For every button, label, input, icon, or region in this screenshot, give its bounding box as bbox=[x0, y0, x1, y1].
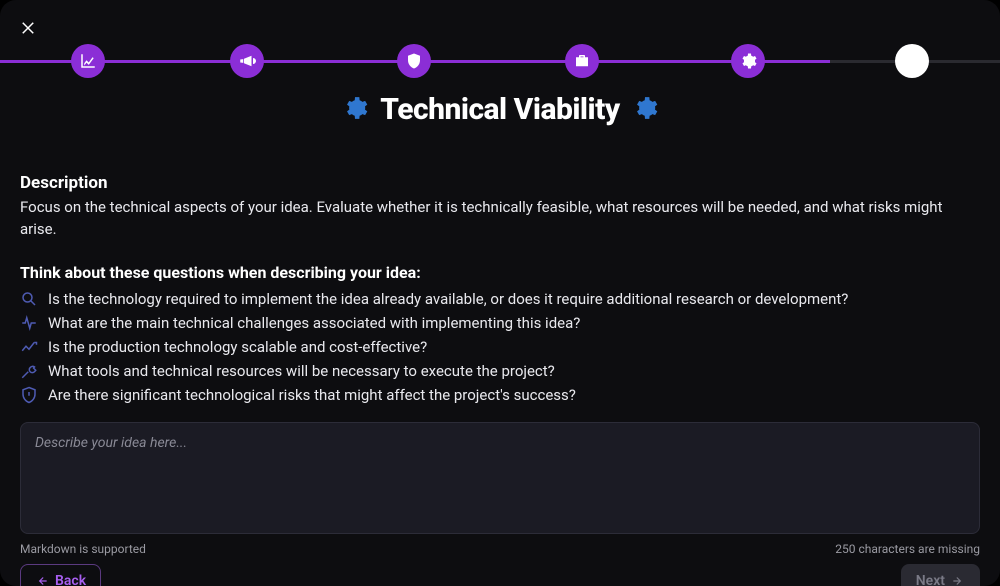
page-title-row: Technical Viability bbox=[0, 92, 1000, 127]
question-text: Is the technology required to implement … bbox=[48, 290, 848, 308]
stepper-node[interactable] bbox=[230, 44, 264, 78]
chart-line-icon bbox=[79, 52, 97, 70]
question-text: What are the main technical challenges a… bbox=[48, 314, 580, 332]
back-button[interactable]: Back bbox=[20, 564, 101, 586]
idea-input-wrapper bbox=[20, 422, 980, 538]
progress-stepper bbox=[0, 44, 1000, 78]
app-window: Technical Viability Description Focus on… bbox=[0, 0, 1000, 586]
question-item: Is the technology required to implement … bbox=[20, 290, 980, 308]
char-remaining: 250 characters are missing bbox=[835, 542, 980, 556]
questions-heading: Think about these questions when describ… bbox=[20, 263, 980, 282]
magnifier-icon bbox=[20, 290, 38, 308]
question-item: Are there significant technological risk… bbox=[20, 386, 980, 404]
description-text: Focus on the technical aspects of your i… bbox=[20, 197, 980, 241]
arrow-right-icon bbox=[951, 574, 965, 586]
question-item: What tools and technical resources will … bbox=[20, 362, 980, 380]
markdown-note: Markdown is supported bbox=[20, 542, 146, 556]
question-item: Is the production technology scalable an… bbox=[20, 338, 980, 356]
stepper-node[interactable] bbox=[895, 44, 929, 78]
description-heading: Description bbox=[20, 173, 980, 193]
trend-icon bbox=[20, 338, 38, 356]
arrow-left-icon bbox=[35, 574, 49, 586]
page-title: Technical Viability bbox=[380, 92, 619, 127]
lightbulb-icon bbox=[903, 52, 921, 70]
stepper-node[interactable] bbox=[71, 44, 105, 78]
close-icon bbox=[19, 19, 37, 37]
stepper-node[interactable] bbox=[565, 44, 599, 78]
questions-list: Is the technology required to implement … bbox=[20, 290, 980, 404]
shield-alert-icon bbox=[20, 386, 38, 404]
next-label: Next bbox=[916, 573, 945, 586]
gear-icon bbox=[632, 95, 658, 125]
question-text: Is the production technology scalable an… bbox=[48, 338, 427, 356]
megaphone-icon bbox=[238, 52, 256, 70]
gear-icon bbox=[739, 52, 757, 70]
wrench-icon bbox=[20, 362, 38, 380]
back-label: Back bbox=[55, 573, 86, 586]
button-row: Back Next bbox=[0, 556, 1000, 586]
stepper-node[interactable] bbox=[731, 44, 765, 78]
question-item: What are the main technical challenges a… bbox=[20, 314, 980, 332]
close-button[interactable] bbox=[14, 14, 42, 42]
pulse-icon bbox=[20, 314, 38, 332]
shield-icon bbox=[405, 52, 423, 70]
idea-input[interactable] bbox=[20, 422, 980, 534]
content-area: Description Focus on the technical aspec… bbox=[0, 127, 1000, 404]
input-meta-row: Markdown is supported 250 characters are… bbox=[0, 538, 1000, 556]
stepper-node[interactable] bbox=[397, 44, 431, 78]
briefcase-icon bbox=[573, 52, 591, 70]
next-button[interactable]: Next bbox=[901, 564, 980, 586]
gear-icon bbox=[342, 95, 368, 125]
question-text: What tools and technical resources will … bbox=[48, 362, 555, 380]
question-text: Are there significant technological risk… bbox=[48, 386, 576, 404]
